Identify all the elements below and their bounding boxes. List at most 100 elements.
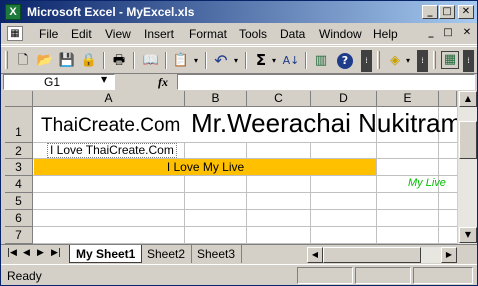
maximize-button[interactable]: □ (439, 5, 455, 19)
fill-color-dropdown-icon[interactable]: ▾ (403, 51, 413, 70)
print-icon[interactable]: 🖶 (109, 51, 129, 70)
name-box-dropdown-icon[interactable]: ▼ (101, 75, 107, 84)
paste-icon[interactable]: 📋 (171, 51, 191, 70)
menu-view[interactable]: View (105, 27, 131, 41)
column-header-a[interactable]: A (33, 91, 185, 107)
menu-insert[interactable]: Insert (144, 27, 174, 41)
toolbar-options-icon[interactable]: ⁞ (417, 50, 428, 72)
doc-restore-button[interactable]: □ (440, 27, 456, 41)
name-box[interactable]: G1 (3, 74, 115, 90)
toolbar-grip[interactable] (5, 51, 8, 69)
autosum-dropdown-icon[interactable]: ▾ (269, 51, 279, 70)
window-title: Microsoft Excel - MyExcel.xls (27, 5, 195, 19)
sheet-tab-my-sheet1[interactable]: My Sheet1 (69, 245, 143, 263)
new-icon[interactable]: 🗋 (13, 51, 33, 70)
vertical-scrollbar[interactable]: ▲ ▼ (457, 91, 477, 244)
toolbar-separator (133, 52, 135, 69)
excel-window: X Microsoft Excel - MyExcel.xls _ □ ✕ ▦ … (0, 0, 478, 286)
permission-icon[interactable]: 🔒 (79, 51, 99, 70)
menu-tools[interactable]: Tools (239, 27, 267, 41)
column-header-e[interactable]: E (377, 91, 439, 107)
menu-file[interactable]: File (39, 27, 58, 41)
close-button[interactable]: ✕ (458, 5, 474, 19)
next-sheet-icon[interactable]: ▶ (37, 248, 44, 258)
scroll-right-button[interactable]: ▶ (441, 247, 457, 263)
sheet-tab-sheet2[interactable]: Sheet2 (141, 245, 193, 263)
doc-close-button[interactable]: ✕ (459, 27, 475, 41)
horizontal-scrollbar[interactable]: ◀ ▶ (307, 247, 457, 263)
sheet-tab-sheet3[interactable]: Sheet3 (191, 245, 243, 263)
row-header-6[interactable]: 6 (5, 210, 33, 227)
gridline (184, 176, 185, 244)
menu-window[interactable]: Window (319, 27, 362, 41)
sort-ascending-icon[interactable]: A↓ (281, 51, 301, 70)
menu-data[interactable]: Data (280, 27, 305, 41)
menu-bar: ▦ File Edit View Insert Format Tools Dat… (1, 23, 477, 45)
scroll-up-button[interactable]: ▲ (459, 91, 477, 107)
save-icon[interactable]: 💾 (57, 51, 77, 70)
row-header-1[interactable]: 1 (5, 107, 33, 143)
research-icon[interactable]: 📖 (141, 51, 161, 70)
row-header-4[interactable]: 4 (5, 176, 33, 193)
title-bar[interactable]: X Microsoft Excel - MyExcel.xls _ □ ✕ (1, 1, 477, 23)
horizontal-scroll-thumb[interactable] (323, 247, 421, 263)
column-header-c[interactable]: C (247, 91, 311, 107)
row-header-3[interactable]: 3 (5, 159, 33, 176)
cell-a3-merged[interactable]: I Love My Live (34, 159, 377, 176)
scroll-down-button[interactable]: ▼ (459, 227, 477, 243)
gridline (33, 192, 457, 193)
status-panel (413, 267, 473, 284)
chart-icon[interactable]: ▥ (311, 51, 331, 70)
row-header-5[interactable]: 5 (5, 193, 33, 210)
help-icon[interactable]: ? (337, 53, 353, 69)
last-sheet-icon[interactable]: ▶| (51, 248, 61, 258)
cell-a1[interactable]: ThaiCreate.Com (41, 115, 180, 137)
first-sheet-icon[interactable]: |◀ (7, 248, 17, 258)
column-header-f[interactable] (439, 91, 457, 107)
vertical-scroll-thumb[interactable] (459, 121, 477, 159)
worksheet-grid[interactable]: A B C D E 1 2 3 4 5 6 7 ThaiCreate.Com M… (1, 91, 477, 244)
undo-dropdown-icon[interactable]: ▾ (231, 51, 241, 70)
formula-bar: G1 ▼ fx (1, 74, 477, 91)
open-icon[interactable]: 📂 (35, 51, 55, 70)
cell-e4[interactable]: My Live (408, 177, 446, 189)
toolbar-separator (205, 52, 207, 69)
fill-color-icon[interactable]: ◈ (385, 51, 405, 70)
toolbar-extra-icon[interactable]: ▦ (441, 51, 459, 69)
toolbar-separator (305, 52, 307, 69)
toolbar-separator (103, 52, 105, 69)
prev-sheet-icon[interactable]: ◀ (23, 248, 30, 258)
status-bar: Ready (1, 264, 477, 285)
minimize-button[interactable]: _ (422, 5, 438, 19)
cell-a2[interactable]: I Love ThaiCreate.Com (47, 143, 177, 158)
column-header-b[interactable]: B (185, 91, 247, 107)
row-header-7[interactable]: 7 (5, 227, 33, 244)
toolbar-separator (165, 52, 167, 69)
status-panel (355, 267, 411, 284)
insert-function-icon[interactable]: fx (158, 75, 168, 90)
gridline (246, 143, 247, 159)
undo-icon[interactable]: ↶ (211, 51, 231, 70)
document-menu-icon[interactable]: ▦ (7, 26, 23, 41)
scroll-left-button[interactable]: ◀ (307, 247, 323, 263)
doc-minimize-button[interactable]: _ (423, 27, 439, 41)
sheet-tabs-bar: |◀ ◀ ▶ ▶| My Sheet1 Sheet2 Sheet3 ◀ ▶ (1, 244, 477, 264)
toolbar-options-icon[interactable]: ⁞ (361, 50, 372, 72)
excel-icon[interactable]: X (5, 4, 21, 20)
row-header-2[interactable]: 2 (5, 143, 33, 159)
menu-format[interactable]: Format (189, 27, 227, 41)
toolbar-grip[interactable] (433, 51, 436, 69)
paste-dropdown-icon[interactable]: ▾ (191, 51, 201, 70)
toolbar-grip[interactable] (377, 51, 380, 69)
toolbar-options-icon[interactable]: ⁞ (463, 50, 474, 72)
gridline (33, 226, 457, 227)
formula-input[interactable] (177, 74, 475, 90)
select-all-corner[interactable] (5, 91, 33, 107)
autosum-icon[interactable]: Σ (251, 51, 271, 70)
menu-edit[interactable]: Edit (71, 27, 92, 41)
gridline (310, 176, 311, 244)
cell-b1[interactable]: Mr.Weerachai Nukitram (191, 108, 457, 139)
toolbar-separator (245, 52, 247, 69)
column-header-d[interactable]: D (311, 91, 377, 107)
menu-help[interactable]: Help (373, 27, 398, 41)
